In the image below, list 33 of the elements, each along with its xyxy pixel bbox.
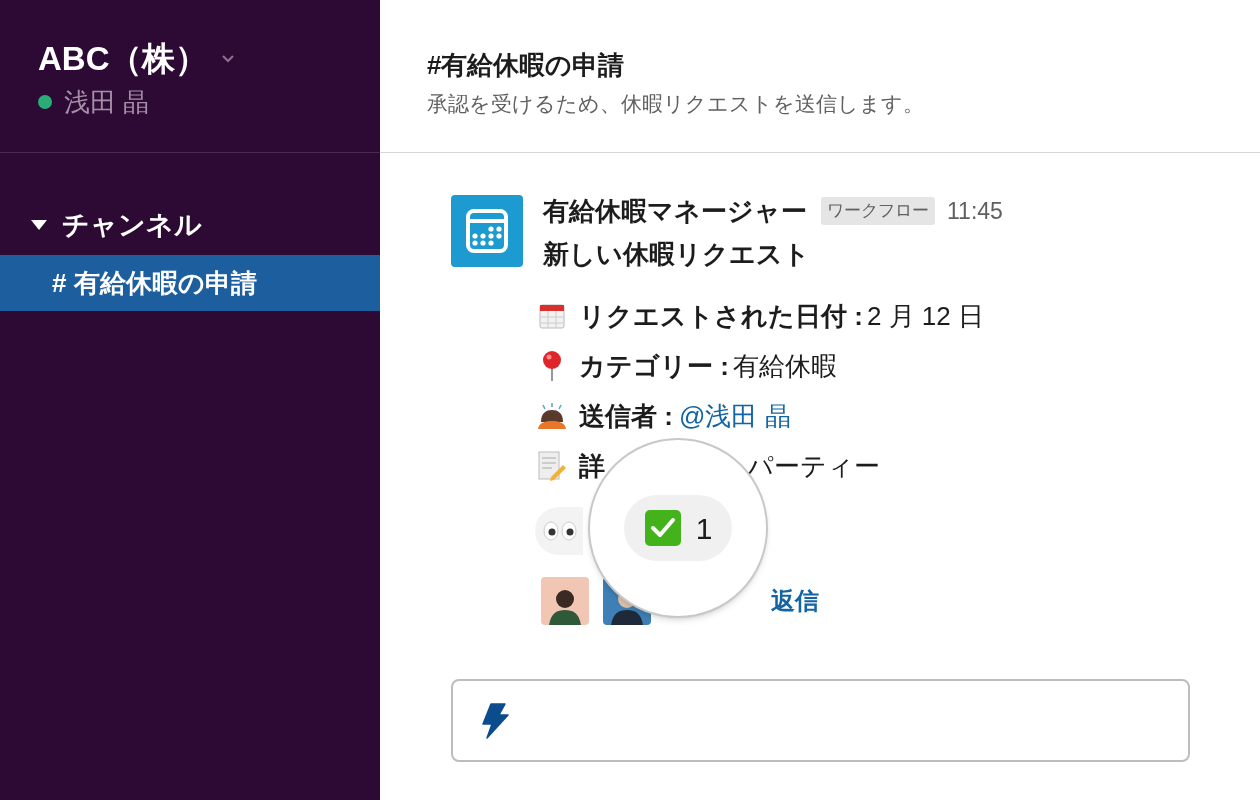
workflow-badge: ワークフロー (821, 197, 935, 225)
field-label: 送信者 : (579, 399, 673, 433)
channel-description: 承認を受けるため、休暇リクエストを送信します。 (427, 91, 925, 117)
field-value: パーティー (747, 449, 880, 483)
chevron-down-icon[interactable] (220, 53, 235, 64)
user-name: 浅田 晶 (64, 89, 150, 115)
lightning-icon[interactable] (481, 702, 509, 739)
channel-title: #有給休暇の申請 (427, 49, 626, 82)
sender-name[interactable]: 有給休暇マネージャー (543, 191, 807, 231)
calendar-icon (465, 208, 509, 254)
field-value: 有給休暇 (732, 349, 837, 383)
channel-item[interactable]: # 有給休暇の申請 (0, 255, 380, 311)
memo-icon (537, 451, 567, 481)
field-label: リクエストされた日付 : (579, 299, 863, 333)
field-label: カテゴリー : (579, 349, 729, 383)
calendar-icon (539, 303, 565, 329)
eyes-icon (543, 521, 577, 541)
checkmark-icon (643, 509, 682, 547)
replies-link[interactable]: 返信 (771, 583, 819, 619)
workspace-name[interactable]: ABC（株） (38, 42, 209, 75)
reaction-count: 1 (695, 510, 713, 547)
reaction-pill[interactable] (535, 507, 583, 555)
field-value: 2 月 12 日 (866, 299, 984, 333)
message-title: 新しい休暇リクエスト (543, 238, 811, 271)
caret-icon[interactable] (30, 218, 48, 232)
pushpin-icon (541, 350, 563, 382)
user-mention-link[interactable]: @浅田 晶 (678, 396, 791, 436)
field-label: 詳 (579, 449, 605, 483)
message-input-field[interactable] (451, 679, 1190, 762)
message-time: 11:45 (947, 196, 1003, 226)
person-bowing-icon (537, 402, 567, 430)
section-label[interactable]: チャンネル (62, 204, 202, 246)
reaction-pill[interactable]: 1 (623, 495, 733, 561)
